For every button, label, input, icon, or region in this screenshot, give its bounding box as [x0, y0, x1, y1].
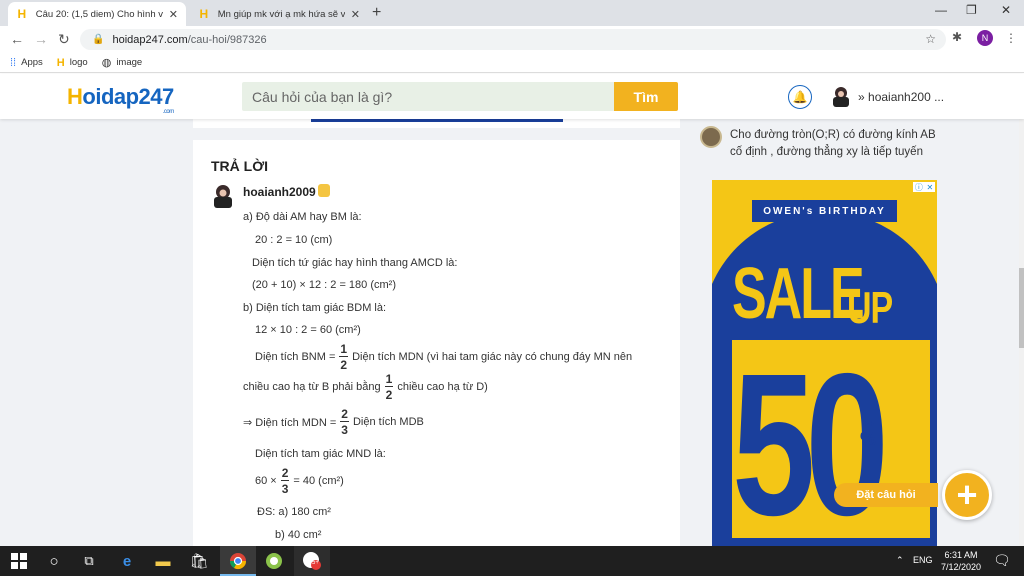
- answer-line: ⇒ Diện tích MDN = 23 Diện tích MDB: [243, 407, 424, 437]
- search-button[interactable]: Tìm: [614, 82, 678, 111]
- taskbar-clock[interactable]: 6:31 AM 7/12/2020: [936, 549, 986, 573]
- close-tab-icon[interactable]: ✕: [351, 8, 360, 21]
- windows-start-icon[interactable]: [8, 550, 30, 572]
- fraction: 12: [384, 372, 394, 402]
- answer-line: a) Độ dài AM hay BM là:: [243, 211, 362, 223]
- address-bar[interactable]: 🔒 hoidap247.com /cau-hoi/987326 ☆: [80, 29, 946, 50]
- minimize-icon[interactable]: —: [935, 3, 947, 17]
- back-arrow-icon[interactable]: ←: [10, 31, 24, 47]
- fraction: 12: [339, 342, 349, 372]
- related-question-avatar[interactable]: [700, 126, 722, 148]
- action-center-icon[interactable]: 🗨: [993, 552, 1011, 569]
- answer-line: 20 : 2 = 10 (cm): [255, 234, 333, 246]
- user-avatar[interactable]: [830, 85, 852, 107]
- app-green-icon[interactable]: [263, 550, 285, 572]
- answer-line: Diện tích BNM = 12 Diện tích MDN (vì hai…: [255, 342, 633, 372]
- tab-title: Câu 20: (1,5 diem) Cho hình ve bên: [35, 8, 163, 20]
- related-question-link[interactable]: Cho đường tròn(O;R) có đường kính AB cố …: [730, 127, 945, 161]
- answer-card: TRẢ LỜI hoaianh2009 a) Độ dài AM hay BM …: [193, 140, 680, 546]
- answer-author-name[interactable]: hoaianh2009: [243, 185, 316, 199]
- bookmark-logo[interactable]: H logo: [57, 57, 88, 69]
- input-language[interactable]: ENG: [913, 555, 933, 565]
- url-host: hoidap247.com: [112, 33, 188, 46]
- answer-line: 12 × 10 : 2 = 60 (cm²): [255, 324, 361, 336]
- bookmark-star-icon[interactable]: ☆: [925, 32, 936, 46]
- rank-badge-icon: [318, 184, 330, 197]
- chrome-icon[interactable]: [227, 550, 249, 572]
- browser-tab[interactable]: H Mn giúp mk với ạ mk hứa sẽ vote... ✕: [190, 2, 368, 26]
- bookmark-label: Apps: [21, 57, 43, 68]
- ad-banner-edge: [311, 119, 563, 122]
- kebab-menu-icon[interactable]: ⋮: [1005, 31, 1017, 45]
- notification-count-badge: 5+: [312, 560, 319, 566]
- notification-bell-icon[interactable]: 🔔: [788, 85, 812, 109]
- ad-percent: ++ %: [860, 419, 877, 449]
- hoidap-favicon: H: [17, 7, 27, 21]
- ad-brand-label: OWEN's BIRTHDAY: [752, 200, 897, 222]
- forward-arrow-icon[interactable]: →: [34, 31, 48, 47]
- search-circle-icon[interactable]: ○: [43, 550, 65, 572]
- scrollbar-thumb[interactable]: [1019, 268, 1024, 348]
- task-view-icon[interactable]: ⧉: [78, 550, 100, 572]
- bookmark-image[interactable]: ◍ image: [102, 56, 142, 69]
- answer-line: Diện tích tam giác MND là:: [255, 448, 386, 460]
- answer-line: 60 × 23 = 40 (cm²): [255, 466, 344, 496]
- close-tab-icon[interactable]: ✕: [169, 8, 178, 21]
- tray-chevron-icon[interactable]: ⌃: [896, 555, 904, 566]
- browser-toolbar: ← → ↻ 🔒 hoidap247.com /cau-hoi/987326 ☆: [0, 26, 1024, 53]
- answer-line: ĐS: a) 180 cm²: [257, 506, 331, 518]
- lock-icon: 🔒: [92, 34, 105, 45]
- answer-line: (20 + 10) × 12 : 2 = 180 (cm²): [252, 279, 396, 291]
- bookmark-label: logo: [69, 57, 88, 68]
- restore-icon[interactable]: ❐: [966, 3, 977, 17]
- globe-icon: ◍: [101, 57, 112, 69]
- url-path: /cau-hoi/987326: [187, 33, 267, 46]
- answer-line: b) Diện tích tam giác BDM là:: [243, 302, 387, 314]
- ad-discount-box: 50 ++ %: [732, 331, 930, 546]
- apps-grid-icon: ⁞⁞: [10, 56, 17, 69]
- windows-taskbar: ○ ⧉ e ▬ 🛍 5+ ⌃ ENG 6:31 AM 7/12/2020 🗨: [0, 546, 1024, 576]
- answer-line: b) 40 cm²: [275, 529, 322, 541]
- ask-question-label[interactable]: Đặt câu hỏi: [834, 483, 938, 507]
- site-header: Hoidap247 .com Câu hỏi của bạn là gì? Tì…: [0, 74, 1024, 119]
- search-input[interactable]: Câu hỏi của bạn là gì?: [242, 82, 614, 111]
- file-explorer-icon[interactable]: ▬: [152, 550, 174, 572]
- answer-line: chiều cao hạ từ B phải bằng 12 chiều cao…: [243, 372, 488, 402]
- ad-choices-icon[interactable]: ⓘ ✕: [913, 182, 935, 192]
- header-username[interactable]: » hoaianh200 ...: [858, 90, 944, 104]
- answer-line: Diện tích tứ giác hay hình thang AMCD là…: [252, 257, 458, 269]
- bookmark-apps[interactable]: ⁞⁞ Apps: [10, 57, 43, 69]
- ask-question-plus-icon[interactable]: +: [942, 470, 992, 520]
- fraction: 23: [340, 407, 349, 437]
- fraction: 23: [280, 466, 290, 496]
- bookmark-label: image: [116, 57, 143, 68]
- site-logo[interactable]: Hoidap247 .com: [67, 84, 174, 115]
- reload-icon[interactable]: ↻: [58, 31, 70, 48]
- tab-title: Mn giúp mk với ạ mk hứa sẽ vote...: [217, 8, 345, 20]
- hoidap-favicon: H: [199, 7, 209, 21]
- answer-author-avatar[interactable]: [211, 184, 235, 208]
- extensions-puzzle-icon[interactable]: ✱: [952, 30, 962, 44]
- bookmarks-bar: ⁞⁞ Apps H logo ◍ image: [0, 53, 1024, 73]
- browser-tab-active[interactable]: H Câu 20: (1,5 diem) Cho hình ve bên ✕: [8, 2, 186, 26]
- answer-section-title: TRẢ LỜI: [211, 158, 269, 174]
- ad-sale-text: SALE: [732, 253, 865, 335]
- browser-tab-strip: H Câu 20: (1,5 diem) Cho hình ve bên ✕ H…: [0, 0, 1024, 26]
- store-bag-icon[interactable]: 🛍: [188, 550, 210, 572]
- profile-avatar[interactable]: N: [977, 30, 993, 46]
- ad-discount-number: 50: [732, 330, 889, 546]
- edge-browser-icon[interactable]: e: [116, 550, 138, 572]
- hoidap-favicon: H: [56, 56, 65, 69]
- new-tab-button[interactable]: +: [372, 4, 381, 22]
- window-close-icon[interactable]: ✕: [1001, 3, 1011, 17]
